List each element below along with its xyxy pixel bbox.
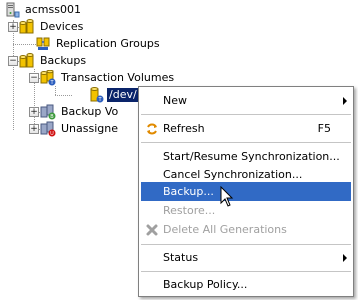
tree-item-label: Devices xyxy=(40,20,84,33)
cylinders-icon xyxy=(19,19,34,34)
collapse-backups-button[interactable]: − xyxy=(8,56,18,66)
tree-root-node[interactable]: acmss001 xyxy=(4,2,83,18)
collapse-transaction-volumes-button[interactable]: − xyxy=(29,73,39,83)
menu-item-label: Restore... xyxy=(163,204,216,217)
menu-item-label: Backup... xyxy=(163,185,214,198)
tree-item-devices[interactable]: Devices xyxy=(19,19,85,35)
server-icon xyxy=(6,2,20,18)
menu-separator xyxy=(141,114,351,115)
tree-root-label: acmss001 xyxy=(25,3,81,16)
volume-icon: T xyxy=(90,87,104,103)
cylinders-icon xyxy=(19,53,34,68)
tree-item-backup-volumes[interactable]: B Backup Vo xyxy=(40,104,120,120)
menu-item-status[interactable]: Status xyxy=(141,248,351,267)
tree-item-label: Backup Vo xyxy=(61,105,119,118)
menu-item-restore[interactable]: Restore... xyxy=(141,201,351,220)
menu-item-refresh[interactable]: Refresh F5 xyxy=(141,119,351,138)
tree-item-label: Backups xyxy=(40,54,87,67)
tree-item-label: Unassigne xyxy=(61,122,119,135)
tree-connector xyxy=(55,86,56,95)
mouse-cursor-icon xyxy=(220,186,234,207)
tree-connector xyxy=(55,95,72,96)
menu-item-label: Backup Policy... xyxy=(163,278,248,291)
menu-item-backup-policy[interactable]: Backup Policy... xyxy=(141,275,351,294)
tree-item-unassigned[interactable]: U Unassigne xyxy=(40,121,120,137)
expand-backup-volumes-button[interactable]: + xyxy=(29,107,39,117)
menu-item-start-resume-sync[interactable]: Start/Resume Synchronization... xyxy=(141,147,351,166)
tree-item-backups[interactable]: Backups xyxy=(19,53,88,69)
tree-item-label: Replication Groups xyxy=(56,37,160,50)
delete-x-icon xyxy=(146,224,158,235)
menu-item-delete-all-generations[interactable]: Delete All Generations xyxy=(141,220,351,239)
tree-item-label: Transaction Volumes xyxy=(61,71,175,84)
transaction-volumes-icon: T xyxy=(40,70,56,86)
menu-item-backup[interactable]: Backup... xyxy=(141,182,351,201)
svg-text:U: U xyxy=(50,131,54,137)
menu-item-shortcut: F5 xyxy=(317,122,331,135)
menu-item-label: Cancel Synchronization... xyxy=(163,168,303,181)
menu-separator xyxy=(141,142,351,143)
backup-volumes-icon: B xyxy=(40,104,56,120)
menu-item-label: Delete All Generations xyxy=(163,223,287,236)
menu-item-label: Start/Resume Synchronization... xyxy=(163,150,340,163)
refresh-icon xyxy=(147,123,157,134)
tree-item-transaction-volumes[interactable]: T Transaction Volumes xyxy=(40,70,176,86)
submenu-arrow-icon xyxy=(343,253,347,262)
menu-separator xyxy=(141,244,351,245)
tree-connector xyxy=(13,20,14,130)
tree-item-replication-groups[interactable]: Replication Groups xyxy=(35,36,162,52)
tree-connector xyxy=(13,44,36,45)
menu-item-new[interactable]: New xyxy=(141,91,351,110)
expand-unassigned-button[interactable]: + xyxy=(29,124,39,134)
submenu-arrow-icon xyxy=(343,96,347,105)
menu-item-label: Refresh xyxy=(163,122,205,135)
context-menu: New Refresh F5 Start/Resume Synchronizat… xyxy=(138,86,354,297)
replication-icon xyxy=(36,37,50,50)
unassigned-icon: U xyxy=(40,121,56,137)
expand-devices-button[interactable]: + xyxy=(8,22,18,32)
menu-item-label: New xyxy=(163,94,187,107)
menu-separator xyxy=(141,271,351,272)
menu-item-label: Status xyxy=(163,251,199,264)
svg-text:B: B xyxy=(50,114,54,120)
